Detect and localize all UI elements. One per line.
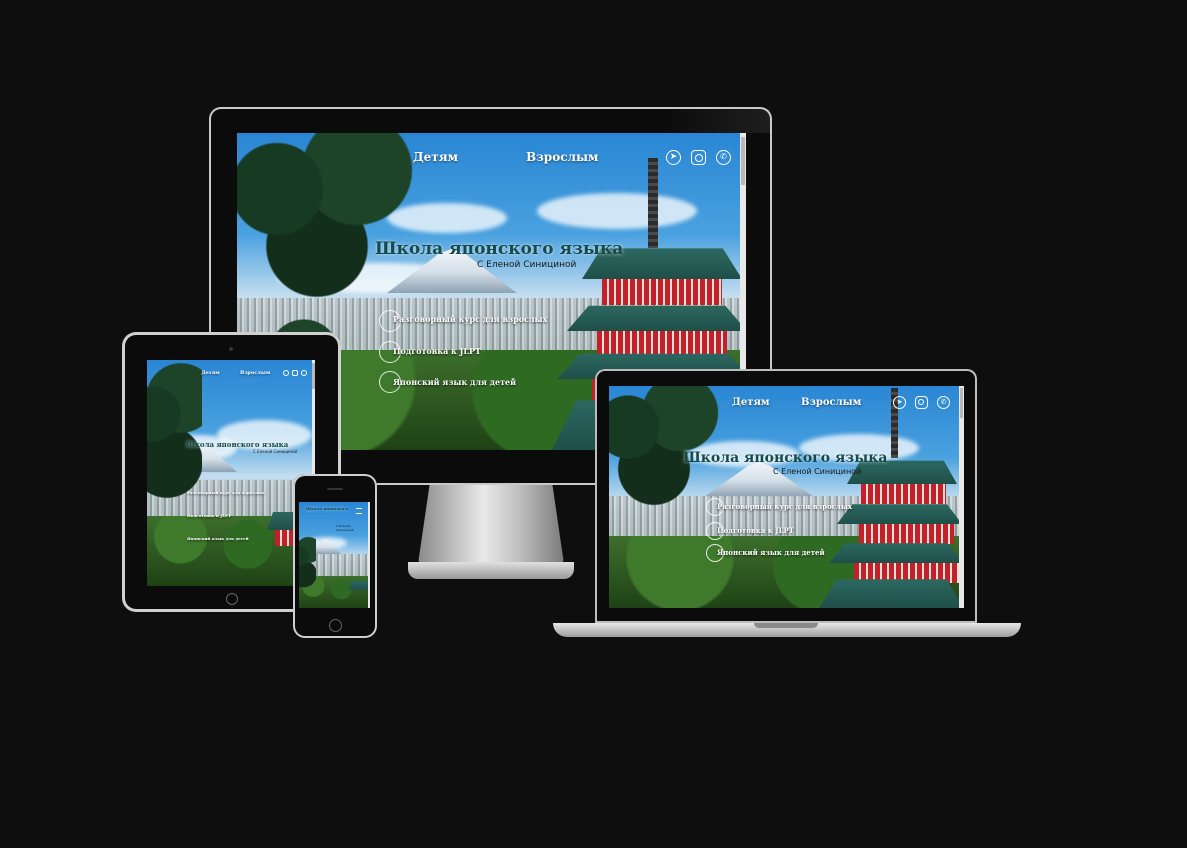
course-link-kids[interactable]: Японский язык для детей (717, 548, 825, 557)
instagram-icon[interactable] (292, 370, 298, 376)
pine-tree (609, 386, 719, 511)
telegram-icon[interactable] (283, 370, 289, 376)
course-link-jlpt[interactable]: Подготовка к JLPT (393, 346, 481, 356)
whatsapp-icon[interactable]: ✆ (716, 150, 731, 165)
course-link-kids[interactable]: Японский язык для детей (187, 536, 249, 541)
phone-speaker (327, 488, 343, 490)
course-link-kids[interactable]: Японский язык для детей (393, 377, 516, 387)
scrollbar-thumb[interactable] (960, 388, 963, 418)
scrollbar[interactable] (959, 386, 964, 608)
course-link-conversational[interactable]: Разговорный курс для взрослых (187, 490, 264, 495)
monitor-stand-base (408, 562, 574, 579)
pagoda (648, 158, 658, 248)
instagram-icon[interactable] (915, 396, 928, 409)
course-link-conversational[interactable]: Разговорный курс для взрослых (717, 502, 852, 511)
nav-link-kids[interactable]: Детям (732, 397, 770, 408)
phone-screen: Школа японского С Еленой Синициной (299, 502, 370, 608)
scrollbar-thumb[interactable] (312, 363, 315, 389)
course-link-jlpt[interactable]: Подготовка к JLPT (187, 513, 231, 518)
nav-link-kids[interactable]: Детям (413, 150, 458, 164)
page-subtitle: С Еленой Синициной (477, 260, 577, 270)
page-subtitle: С Еленой Синициной (253, 449, 298, 454)
monitor-stand (418, 484, 564, 564)
scrollbar-thumb[interactable] (741, 137, 745, 185)
scrollbar[interactable] (368, 502, 370, 608)
page-subtitle: С Еленой Синициной (336, 524, 354, 532)
nav-link-adults[interactable]: Взрослым (526, 150, 598, 164)
tablet-screen: Детям Взрослым Школа японского языка С Е… (147, 360, 315, 586)
pine-tree (237, 133, 417, 303)
page-title: Школа японского языка (375, 239, 624, 259)
telegram-icon[interactable]: ➤ (893, 396, 906, 409)
laptop-notch (754, 623, 818, 628)
tablet-camera (229, 347, 233, 351)
course-link-jlpt[interactable]: Подготовка к JLPT (717, 526, 794, 535)
page-title: Школа японского языка (186, 440, 289, 449)
phone-home-button[interactable] (329, 619, 342, 632)
instagram-icon[interactable] (691, 150, 706, 165)
page-title: Школа японского языка (683, 450, 888, 466)
course-link-conversational[interactable]: Разговорный курс для взрослых (393, 314, 547, 324)
menu-icon[interactable] (356, 508, 362, 514)
nav-link-adults[interactable]: Взрослым (801, 397, 861, 408)
page-title: Школа японского (306, 506, 349, 511)
nav-link-kids[interactable]: Детям (201, 370, 220, 376)
page-subtitle: С Еленой Синициной (773, 467, 862, 476)
tablet-home-button[interactable] (226, 593, 238, 605)
monitor-glare (662, 109, 770, 133)
nav-link-adults[interactable]: Взрослым (240, 370, 270, 376)
laptop-screen: Детям Взрослым ➤ ✆ Школа японского языка… (609, 386, 964, 608)
telegram-icon[interactable]: ➤ (666, 150, 681, 165)
whatsapp-icon[interactable]: ✆ (937, 396, 950, 409)
whatsapp-icon[interactable] (301, 370, 307, 376)
